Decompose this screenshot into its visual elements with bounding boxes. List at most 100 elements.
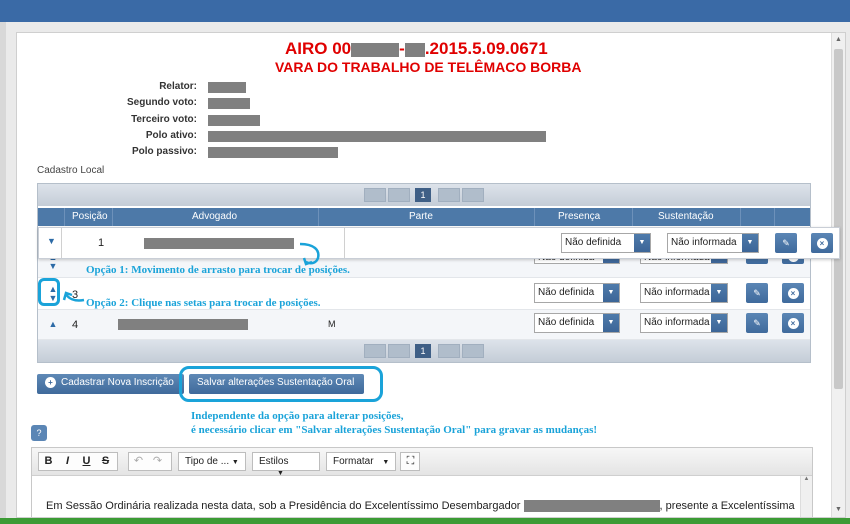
panel-scrollbar[interactable]: ▲ ▼ xyxy=(831,33,845,517)
chevron-down-icon: ▼ xyxy=(277,470,284,477)
polo-passivo-value xyxy=(208,147,338,158)
edit-button[interactable]: ✎ xyxy=(775,233,797,253)
maximize-button[interactable]: ⛶ xyxy=(400,452,420,471)
col-sustentacao[interactable]: Sustentação xyxy=(658,211,714,222)
chevron-down-icon[interactable]: ▼ xyxy=(634,234,650,252)
last-page-button[interactable] xyxy=(462,344,484,358)
col-posicao[interactable]: Posição xyxy=(72,211,108,222)
column-separator xyxy=(740,208,741,226)
table-header: Posição Advogado Parte Presença Sustenta… xyxy=(38,208,810,226)
format-select[interactable]: Formatar ▼ xyxy=(326,452,396,471)
advogado-value xyxy=(118,319,248,330)
pencil-icon: ✎ xyxy=(782,238,790,248)
current-page[interactable]: 1 xyxy=(415,188,431,202)
pencil-icon: ✎ xyxy=(753,288,761,298)
first-page-button[interactable] xyxy=(364,344,386,358)
redacted-block xyxy=(351,42,400,57)
segundo-voto-label: Segundo voto: xyxy=(127,97,197,108)
editor-content[interactable]: Em Sessão Ordinária realizada nesta data… xyxy=(46,500,795,513)
last-page-button[interactable] xyxy=(462,188,484,202)
title-prefix: AIRO 00 xyxy=(285,39,352,58)
help-icon[interactable]: ? xyxy=(31,425,47,441)
note-line-1: Independente da opção para alterar posiç… xyxy=(191,410,404,422)
underline-button[interactable]: U xyxy=(77,453,96,470)
undo-icon[interactable]: ↶ xyxy=(129,453,148,470)
redacted-block xyxy=(523,500,660,513)
terceiro-voto-label: Terceiro voto: xyxy=(131,114,197,125)
scroll-thumb[interactable] xyxy=(834,49,843,389)
relator-value xyxy=(208,82,246,93)
redacted-block xyxy=(404,42,425,57)
delete-button[interactable]: × xyxy=(782,313,804,333)
next-page-button[interactable] xyxy=(438,188,460,202)
current-page[interactable]: 1 xyxy=(415,344,431,358)
bold-button[interactable]: B xyxy=(39,453,58,470)
chevron-down-icon[interactable]: ▼ xyxy=(47,236,56,246)
pencil-icon: ✎ xyxy=(753,318,761,328)
add-inscription-button[interactable]: + Cadastrar Nova Inscrição xyxy=(37,374,184,394)
chevron-down-icon[interactable]: ▼ xyxy=(711,284,727,302)
prev-page-button[interactable] xyxy=(388,344,410,358)
edit-button[interactable]: ✎ xyxy=(746,283,768,303)
chevron-down-icon[interactable]: ▼ xyxy=(711,314,727,332)
first-page-button[interactable] xyxy=(364,188,386,202)
chevron-down-icon[interactable]: ▼ xyxy=(603,314,619,332)
scroll-up-icon[interactable]: ▲ xyxy=(801,476,812,482)
col-advogado[interactable]: Advogado xyxy=(192,211,237,222)
close-circle-icon: × xyxy=(787,288,799,299)
chevron-down-icon[interactable]: ▼ xyxy=(742,234,758,252)
option-1-note: Opção 1: Movimento de arrasto para troca… xyxy=(86,264,350,276)
presenca-select[interactable]: Não definida ▼ xyxy=(534,283,620,303)
click-hint-arrow xyxy=(62,291,85,302)
segundo-voto-value xyxy=(208,98,250,109)
dragged-row[interactable]: ▼ 1 Não definida ▼ Não informada ▼ ✎ × xyxy=(38,227,840,259)
delete-button[interactable]: × xyxy=(782,283,804,303)
sustentacao-select[interactable]: Não informada ▼ xyxy=(667,233,759,253)
format-buttons: BIUS xyxy=(38,452,118,471)
editor-scrollbar[interactable]: ▲ xyxy=(800,476,812,517)
relator-label: Relator: xyxy=(159,81,197,92)
editor-text-before: Em Sessão Ordinária realizada nesta data… xyxy=(46,500,521,512)
presenca-select[interactable]: Não definida ▼ xyxy=(534,313,620,333)
column-separator xyxy=(534,208,535,226)
polo-passivo-label: Polo passivo: xyxy=(131,146,197,157)
parte-value: M xyxy=(328,319,336,329)
italic-button[interactable]: I xyxy=(58,453,77,470)
text-editor[interactable]: BIUS ↶ ↷ Tipo de ... ▼ Estilos ▼ Formatar… xyxy=(31,447,813,517)
chevron-down-icon: ▼ xyxy=(231,459,239,466)
sustentacao-select[interactable]: Não informada ▼ xyxy=(640,313,728,333)
col-presenca[interactable]: Presença xyxy=(558,211,600,222)
pager-top: 1 xyxy=(38,184,810,206)
history-buttons: ↶ ↷ xyxy=(128,452,172,471)
note-line-2: é necessário clicar em "Salvar alteraçõe… xyxy=(191,424,598,436)
option-2-note: Opção 2: Clique nas setas para trocar de… xyxy=(86,297,321,309)
column-separator xyxy=(112,208,113,226)
scroll-up-icon[interactable]: ▲ xyxy=(834,35,843,45)
styles-value: Estilos xyxy=(259,456,289,467)
format-value: Formatar xyxy=(333,456,374,467)
polo-ativo-label: Polo ativo: xyxy=(145,130,197,141)
block-type-value: Tipo de ... xyxy=(185,456,230,467)
redo-icon[interactable]: ↷ xyxy=(148,453,167,470)
scroll-down-icon[interactable]: ▼ xyxy=(834,505,843,515)
arrow-up-icon[interactable]: ▲ xyxy=(46,320,60,329)
strike-button[interactable]: S xyxy=(96,453,115,470)
court-subtitle: VARA DO TRABALHO DE TELÊMACO BORBA xyxy=(275,59,582,75)
col-parte[interactable]: Parte xyxy=(409,211,433,222)
presenca-select[interactable]: Não definida ▼ xyxy=(561,233,651,253)
chevron-down-icon[interactable]: ▼ xyxy=(603,284,619,302)
edit-button[interactable]: ✎ xyxy=(746,313,768,333)
delete-button[interactable]: × xyxy=(811,233,833,253)
bottom-bar xyxy=(0,518,850,524)
chevron-down-icon: ▼ xyxy=(382,459,390,466)
table-row[interactable]: ▲ 4 M Não definida ▼ Não informada ▼ ✎ × xyxy=(38,310,810,340)
prev-page-button[interactable] xyxy=(388,188,410,202)
block-type-select[interactable]: Tipo de ... ▼ xyxy=(178,452,246,471)
sustentacao-select[interactable]: Não informada ▼ xyxy=(640,283,728,303)
arrow-down-icon[interactable]: ▼ xyxy=(46,262,60,271)
maximize-icon: ⛶ xyxy=(406,455,415,467)
next-page-button[interactable] xyxy=(438,344,460,358)
row-position: 1 xyxy=(98,237,105,249)
editor-toolbar: BIUS ↶ ↷ Tipo de ... ▼ Estilos ▼ Formatar… xyxy=(32,448,812,477)
styles-select[interactable]: Estilos ▼ xyxy=(252,452,320,477)
